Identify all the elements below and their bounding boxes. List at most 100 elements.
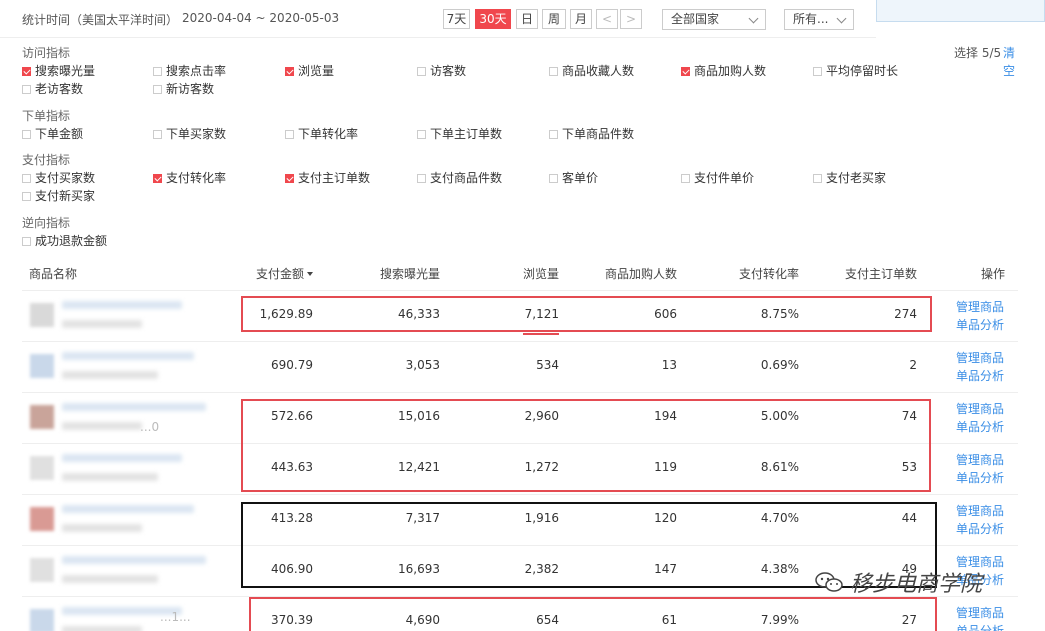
- product-analysis-link[interactable]: 单品分析: [956, 622, 1004, 631]
- product-analysis-link[interactable]: 单品分析: [956, 367, 1004, 384]
- checkbox-icon[interactable]: [813, 174, 822, 183]
- checkbox-checked-icon[interactable]: [153, 174, 162, 183]
- product-id-blurred: [62, 422, 142, 430]
- group-label: 支付指标: [22, 153, 71, 167]
- indicator-option[interactable]: 支付主订单数: [285, 169, 370, 186]
- period-30d-button[interactable]: 30天: [475, 9, 511, 29]
- manage-product-link[interactable]: 管理商品: [956, 451, 1004, 468]
- indicator-option[interactable]: 成功退款金额: [22, 232, 107, 249]
- indicator-option-label: 老访客数: [35, 82, 84, 96]
- checkbox-icon[interactable]: [681, 174, 690, 183]
- product-analysis-link[interactable]: 单品分析: [956, 469, 1004, 486]
- checkbox-checked-icon[interactable]: [285, 174, 294, 183]
- indicator-option-label: 下单商品件数: [562, 127, 635, 141]
- group-label: 下单指标: [22, 109, 71, 123]
- product-thumbnail[interactable]: [30, 354, 54, 378]
- product-analysis-link[interactable]: 单品分析: [956, 520, 1004, 537]
- checkbox-checked-icon[interactable]: [22, 67, 31, 76]
- checkbox-checked-icon[interactable]: [285, 67, 294, 76]
- indicator-option[interactable]: 商品加购人数: [681, 62, 766, 79]
- manage-product-link[interactable]: 管理商品: [956, 349, 1004, 366]
- indicator-option[interactable]: 下单买家数: [153, 125, 226, 142]
- indicator-option-label: 下单金额: [35, 127, 84, 141]
- indicator-option[interactable]: 新访客数: [153, 80, 214, 97]
- next-arrow-button[interactable]: >: [620, 9, 642, 29]
- product-analysis-link[interactable]: 单品分析: [956, 316, 1004, 333]
- period-7d-button[interactable]: 7天: [443, 9, 470, 29]
- checkbox-icon[interactable]: [813, 67, 822, 76]
- product-title-blurred[interactable]: [62, 403, 206, 411]
- checkbox-icon[interactable]: [549, 174, 558, 183]
- product-thumbnail[interactable]: [30, 609, 54, 631]
- column-header: 商品加购人数: [605, 265, 677, 282]
- indicator-option[interactable]: 老访客数: [22, 80, 83, 97]
- column-header[interactable]: 支付金额: [256, 265, 313, 282]
- product-analysis-link[interactable]: 单品分析: [956, 418, 1004, 435]
- table-cell: 0.69%: [760, 358, 799, 372]
- checkbox-icon[interactable]: [153, 130, 162, 139]
- indicator-option[interactable]: 浏览量: [285, 62, 334, 79]
- platform-select[interactable]: 所有...: [784, 9, 854, 30]
- checkbox-icon[interactable]: [549, 67, 558, 76]
- indicator-option[interactable]: 搜索点击率: [153, 62, 226, 79]
- manage-product-link[interactable]: 管理商品: [956, 502, 1004, 519]
- checkbox-icon[interactable]: [22, 130, 31, 139]
- product-thumbnail[interactable]: [30, 303, 54, 327]
- indicator-option-label: 搜索曝光量: [35, 64, 96, 78]
- indicator-option[interactable]: 下单转化率: [285, 125, 358, 142]
- row-divider: [22, 341, 1018, 342]
- product-thumbnail[interactable]: [30, 405, 54, 429]
- indicator-option[interactable]: 下单金额: [22, 125, 83, 142]
- indicator-option-label: 支付件单价: [694, 171, 755, 185]
- indicator-option[interactable]: 访客数: [417, 62, 466, 79]
- prev-arrow-button[interactable]: <: [596, 9, 618, 29]
- indicator-option[interactable]: 商品收藏人数: [549, 62, 634, 79]
- product-thumbnail[interactable]: [30, 558, 54, 582]
- group-label: 逆向指标: [22, 216, 71, 230]
- indicator-option-label: 客单价: [562, 171, 599, 185]
- product-code-partial: ...1...: [160, 610, 191, 624]
- period-month-button[interactable]: 月: [570, 9, 592, 29]
- indicator-option[interactable]: 客单价: [549, 169, 598, 186]
- checkbox-icon[interactable]: [22, 237, 31, 246]
- checkbox-checked-icon[interactable]: [681, 67, 690, 76]
- indicator-option[interactable]: 下单商品件数: [549, 125, 634, 142]
- checkbox-icon[interactable]: [22, 192, 31, 201]
- checkbox-icon[interactable]: [153, 85, 162, 94]
- checkbox-icon[interactable]: [22, 174, 31, 183]
- product-title-blurred[interactable]: [62, 454, 182, 462]
- manage-product-link[interactable]: 管理商品: [956, 298, 1004, 315]
- indicator-option[interactable]: 平均停留时长: [813, 62, 898, 79]
- indicator-option[interactable]: 支付商品件数: [417, 169, 502, 186]
- indicator-option[interactable]: 支付老买家: [813, 169, 886, 186]
- country-select-value: 全部国家: [671, 12, 720, 26]
- country-select[interactable]: 全部国家: [662, 9, 766, 30]
- product-title-blurred[interactable]: [62, 301, 182, 309]
- checkbox-icon[interactable]: [549, 130, 558, 139]
- product-title-blurred[interactable]: [62, 505, 194, 513]
- product-id-blurred: [62, 473, 158, 481]
- indicator-option[interactable]: 搜索曝光量: [22, 62, 95, 79]
- product-title-blurred[interactable]: [62, 556, 206, 564]
- indicator-option[interactable]: 支付件单价: [681, 169, 754, 186]
- product-title-blurred[interactable]: [62, 352, 194, 360]
- checkbox-icon[interactable]: [417, 67, 426, 76]
- indicator-option[interactable]: 下单主订单数: [417, 125, 502, 142]
- indicator-option[interactable]: 支付买家数: [22, 169, 95, 186]
- indicator-option[interactable]: 支付转化率: [153, 169, 226, 186]
- checkbox-icon[interactable]: [22, 85, 31, 94]
- sort-desc-icon[interactable]: [307, 272, 313, 276]
- checkbox-icon[interactable]: [417, 130, 426, 139]
- product-thumbnail[interactable]: [30, 456, 54, 480]
- period-week-button[interactable]: 周: [542, 9, 566, 29]
- checkbox-icon[interactable]: [153, 67, 162, 76]
- indicator-option[interactable]: 支付新买家: [22, 187, 95, 204]
- product-thumbnail[interactable]: [30, 507, 54, 531]
- product-id-blurred: [62, 320, 142, 328]
- manage-product-link[interactable]: 管理商品: [956, 400, 1004, 417]
- checkbox-icon[interactable]: [285, 130, 294, 139]
- clear-selection-link[interactable]: 清空: [1003, 44, 1019, 80]
- manage-product-link[interactable]: 管理商品: [956, 604, 1004, 621]
- period-day-button[interactable]: 日: [516, 9, 538, 29]
- checkbox-icon[interactable]: [417, 174, 426, 183]
